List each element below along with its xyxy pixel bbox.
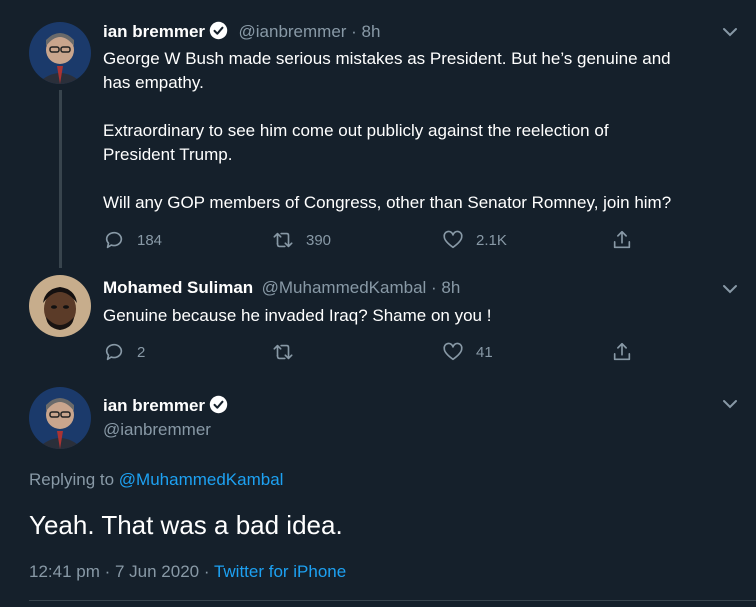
chevron-down-icon[interactable]	[720, 279, 740, 299]
replying-to: Replying to @MuhammedKambal	[29, 470, 283, 490]
retweet-button[interactable]	[272, 341, 306, 363]
share-icon	[613, 230, 631, 249]
like-button[interactable]: 41	[442, 341, 493, 363]
like-count: 2.1K	[476, 231, 507, 249]
avatar[interactable]	[29, 22, 91, 84]
divider	[29, 600, 756, 601]
verified-badge-icon	[209, 395, 228, 414]
author-name[interactable]: ian bremmer	[103, 396, 205, 415]
reply-button[interactable]: 2	[103, 341, 145, 363]
retweet-count: 390	[306, 231, 332, 249]
tweet-meta: 12:41 pm · 7 Jun 2020 · Twitter for iPho…	[29, 562, 346, 582]
retweet-icon	[273, 232, 293, 248]
share-button[interactable]	[611, 229, 645, 251]
avatar[interactable]	[29, 387, 91, 449]
thread-line	[59, 90, 62, 268]
like-icon	[443, 230, 463, 249]
retweet-button[interactable]: 390	[272, 229, 331, 251]
tweet-text: Genuine because he invaded Iraq? Shame o…	[103, 306, 492, 325]
share-button[interactable]	[611, 341, 645, 363]
replying-to-label: Replying to	[29, 470, 115, 489]
author-handle[interactable]: @ianbremmer	[103, 420, 211, 440]
chevron-down-icon[interactable]	[720, 22, 740, 42]
verified-badge-icon	[209, 21, 228, 40]
share-icon	[613, 342, 631, 361]
timestamp[interactable]: 12:41 pm · 7 Jun 2020 ·	[29, 562, 210, 581]
like-icon	[443, 342, 463, 361]
reply-count: 184	[137, 231, 163, 249]
chevron-down-icon[interactable]	[720, 394, 740, 414]
replying-to-link[interactable]: @MuhammedKambal	[119, 470, 284, 489]
reply-icon	[105, 343, 123, 361]
like-count: 41	[476, 343, 493, 361]
author-handle[interactable]: @MuhammedKambal · 8h	[262, 278, 461, 297]
main-tweet-text: Yeah. That was a bad idea.	[29, 510, 343, 540]
reply-icon	[105, 231, 123, 249]
like-button[interactable]: 2.1K	[442, 229, 507, 251]
source-link[interactable]: Twitter for iPhone	[214, 562, 346, 581]
tweet-text: George W Bush made serious mistakes as P…	[103, 49, 672, 212]
author-name[interactable]: Mohamed Suliman	[103, 278, 253, 297]
author-name[interactable]: ian bremmer	[103, 22, 205, 41]
author-handle[interactable]: @ianbremmer · 8h	[239, 22, 381, 41]
reply-count: 2	[137, 343, 146, 361]
avatar[interactable]	[29, 275, 91, 337]
retweet-icon	[273, 344, 293, 360]
reply-button[interactable]: 184	[103, 229, 162, 251]
